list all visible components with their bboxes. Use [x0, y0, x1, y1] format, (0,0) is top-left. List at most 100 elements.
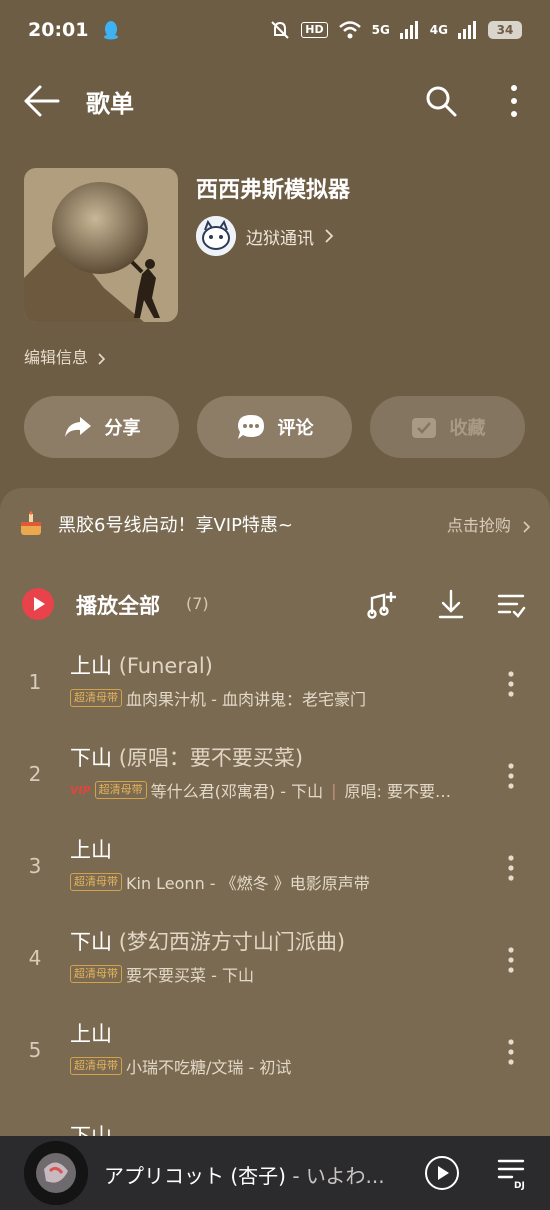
song-original: 原唱: 要不要… — [344, 782, 451, 801]
status-indicators: HD 5G 4G 34 — [269, 20, 522, 40]
vip-badge: VIP — [70, 783, 91, 797]
song-number: 3 — [28, 854, 42, 878]
song-title-line: 下山 (原唱：要不要买菜) — [70, 742, 303, 772]
song-meta: 超清母带 血肉果汁机 - 血肉讲鬼：老宅豪门 — [70, 686, 366, 710]
comment-label: 评论 — [277, 418, 314, 439]
multi-select-icon[interactable] — [496, 588, 526, 620]
edit-info-link[interactable]: 编辑信息 — [24, 344, 107, 368]
top-app-bar: 歌单 — [0, 70, 550, 132]
edit-info-label: 编辑信息 — [24, 348, 89, 367]
song-more-icon[interactable] — [500, 850, 522, 886]
creator-avatar — [196, 216, 236, 256]
hd-indicator: HD — [301, 22, 328, 38]
chevron-right-icon — [325, 229, 334, 243]
song-title: 上山 — [70, 838, 112, 862]
quality-badge: 超清母带 — [70, 1057, 122, 1075]
share-icon — [64, 417, 91, 437]
mute-icon — [271, 21, 289, 39]
song-meta: VIP 超清母带 等什么君(邓寓君) - 下山 | 原唱: 要不要… — [70, 778, 451, 802]
song-artist-album: 小瑞不吃糖/文瑞 - 初试 — [126, 1058, 292, 1077]
song-more-icon[interactable] — [500, 942, 522, 978]
song-artist-album: 等什么君(邓寓君) - 下山 — [150, 782, 324, 801]
song-artist-album: Kin Leonn - 《燃冬 》电影原声带 — [126, 874, 370, 893]
now-playing-text: アプリコット (杏子) - いよわ... — [104, 1160, 385, 1189]
song-subtitle: (梦幻西游方寸山门派曲) — [118, 930, 346, 954]
song-title-line: 上山 (Funeral) — [70, 650, 213, 680]
song-artist-album: 血肉果汁机 - 血肉讲鬼：老宅豪门 — [126, 690, 366, 709]
song-title: 上山 — [70, 654, 112, 678]
song-meta: 超清母带 小瑞不吃糖/文瑞 - 初试 — [70, 1054, 291, 1078]
wifi-icon — [338, 21, 361, 39]
share-button[interactable]: 分享 — [24, 396, 179, 458]
signal-icon — [399, 21, 418, 39]
status-time: 20:01 — [28, 19, 89, 41]
playlist-actions: 分享 评论 收藏 — [24, 396, 526, 458]
back-arrow-icon[interactable] — [22, 84, 62, 118]
promo-action[interactable]: 点击抢购 — [447, 512, 532, 536]
comment-button[interactable]: 评论 — [197, 396, 352, 458]
quality-badge: 超清母带 — [70, 965, 122, 983]
collect-label: 收藏 — [449, 418, 486, 439]
song-title: 下山 — [70, 746, 112, 770]
battery-icon: 34 — [488, 21, 522, 39]
song-more-icon[interactable] — [500, 666, 522, 702]
add-music-icon[interactable] — [366, 588, 398, 620]
comment-icon — [237, 415, 264, 439]
cake-icon — [21, 511, 41, 535]
now-playing-artist: - いよわ... — [285, 1164, 385, 1188]
song-number: 5 — [28, 1038, 42, 1062]
song-count: (7) — [186, 594, 209, 613]
song-number: 1 — [28, 670, 42, 694]
playlist-title: 西西弗斯模拟器 — [196, 178, 351, 203]
svg-text:DJ: DJ — [514, 1181, 525, 1190]
promo-action-label: 点击抢购 — [446, 516, 511, 535]
song-title: 下山 — [70, 930, 112, 954]
song-artist-album: 要不要买菜 - 下山 — [126, 966, 254, 985]
qq-notification-icon — [104, 21, 119, 40]
quality-badge: 超清母带 — [70, 689, 122, 707]
song-more-icon[interactable] — [500, 1034, 522, 1070]
song-row[interactable]: 1 上山 (Funeral) 超清母带 血肉果汁机 - 血肉讲鬼：老宅豪门 — [0, 640, 550, 732]
search-icon[interactable] — [424, 84, 458, 118]
status-bar: 20:01 HD 5G 4G 34 — [0, 0, 550, 60]
play-icon — [34, 597, 45, 611]
song-row[interactable]: 4 下山 (梦幻西游方寸山门派曲) 超清母带 要不要买菜 - 下山 — [0, 916, 550, 1008]
now-playing-bar[interactable]: アプリコット (杏子) - いよわ... DJ — [0, 1136, 550, 1210]
song-subtitle: (Funeral) — [118, 654, 213, 678]
download-icon[interactable] — [436, 588, 466, 620]
song-title: 上山 — [70, 1022, 112, 1046]
song-row[interactable]: 3 上山 超清母带 Kin Leonn - 《燃冬 》电影原声带 — [0, 824, 550, 916]
album-disc — [24, 1141, 88, 1205]
vip-promo-banner[interactable]: 黑胶6号线启动！享VIP特惠~ 点击抢购 — [0, 500, 550, 548]
playlist-cover-image[interactable] — [24, 168, 178, 322]
playlist-queue-icon[interactable]: DJ — [496, 1156, 526, 1190]
meta-separator: | — [331, 780, 337, 800]
play-all-button[interactable] — [22, 588, 54, 620]
promo-text: 黑胶6号线启动！享VIP特惠~ — [58, 515, 294, 536]
network-4g-label: 4G — [429, 23, 448, 37]
network-5g-label: 5G — [371, 23, 390, 37]
song-more-icon[interactable] — [500, 758, 522, 794]
song-row[interactable]: 5 上山 超清母带 小瑞不吃糖/文瑞 - 初试 — [0, 1008, 550, 1100]
song-meta: 超清母带 Kin Leonn - 《燃冬 》电影原声带 — [70, 870, 370, 894]
song-title-line: 下山 (梦幻西游方寸山门派曲) — [70, 926, 345, 956]
collect-button[interactable]: 收藏 — [370, 396, 525, 458]
quality-badge: 超清母带 — [94, 781, 147, 799]
song-number: 4 — [28, 946, 42, 970]
play-all-label[interactable]: 播放全部 — [76, 590, 160, 620]
play-all-row: 播放全部 (7) — [0, 576, 550, 632]
song-row[interactable]: 2 下山 (原唱：要不要买菜) VIP 超清母带 等什么君(邓寓君) - 下山 | 原唱… — [0, 732, 550, 824]
play-pause-icon[interactable] — [424, 1155, 460, 1191]
song-number: 2 — [28, 762, 42, 786]
now-playing-artwork[interactable] — [24, 1141, 88, 1205]
creator-name: 边狱通讯 — [246, 228, 314, 249]
sisyphus-artwork — [24, 168, 178, 322]
song-subtitle: (原唱：要不要买菜) — [118, 746, 304, 770]
creator-link[interactable]: 边狱通讯 — [196, 216, 334, 256]
now-playing-title: アプリコット (杏子) — [104, 1164, 286, 1188]
song-title-line: 上山 — [70, 834, 112, 864]
quality-badge: 超清母带 — [70, 873, 122, 891]
song-meta: 超清母带 要不要买菜 - 下山 — [70, 962, 254, 986]
song-title-line: 上山 — [70, 1018, 112, 1048]
more-options-icon[interactable] — [500, 82, 528, 120]
